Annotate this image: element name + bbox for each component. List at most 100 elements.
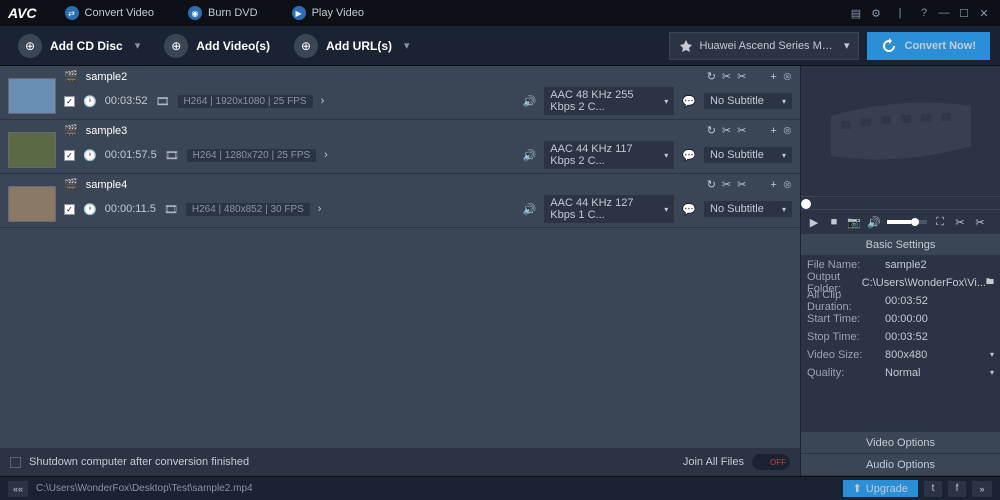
volume-handle[interactable] [911,218,919,226]
setting-value[interactable]: C:\Users\WonderFox\Vi...🖿 [862,276,1000,290]
thumbnail [8,186,56,222]
disc-plus-icon: ⊕ [18,34,42,58]
video-icon: 🎞 [165,149,179,162]
upgrade-button[interactable]: ⬆ Upgrade [843,480,918,497]
cut-icon[interactable]: ✂ [722,70,731,83]
cut-icon[interactable]: ✂ [722,178,731,191]
audio-options-header[interactable]: Audio Options [801,454,1000,476]
thumbnail [8,132,56,168]
crop-button[interactable]: ✂ [973,215,987,229]
chevron-down-icon: ▾ [664,205,668,214]
play-button[interactable]: ▶ [807,215,821,229]
chevron-down-icon[interactable]: ▾ [990,368,994,377]
chevron-down-icon: ▾ [844,39,850,52]
collapse-button[interactable]: «« [8,481,28,497]
refresh-icon[interactable]: ↻ [707,124,716,137]
audio-track-select[interactable]: AAC 48 KHz 255 Kbps 2 C... ▾ [544,87,674,115]
add-icon[interactable]: + [770,71,776,83]
remove-icon[interactable]: ⊗ [783,178,792,191]
convert-now-button[interactable]: Convert Now! [867,32,991,60]
refresh-icon[interactable]: ↻ [707,178,716,191]
tab-burn-dvd[interactable]: ◉ Burn DVD [174,2,272,24]
setting-value: 00:00:00 [885,313,1000,325]
add-videos-button[interactable]: ⊕ Add Video(s) [156,30,278,62]
subtitle-select[interactable]: No Subtitle ▾ [704,93,792,109]
facebook-icon[interactable]: f [948,481,966,497]
settings-icon[interactable]: ⚙ [868,5,884,21]
shutdown-checkbox[interactable] [10,457,21,468]
minimize-icon[interactable]: — [936,5,952,21]
remove-icon[interactable]: ⊗ [783,124,792,137]
subtitle-value: No Subtitle [710,149,764,161]
setting-value[interactable]: Normal▾ [885,367,1000,379]
seek-handle[interactable] [801,199,811,209]
remove-icon[interactable]: ⊗ [783,70,792,83]
volume-slider[interactable] [887,220,927,224]
chevron-down-icon: ▾ [135,39,141,52]
file-checkbox[interactable]: ✓ [64,96,75,107]
folder-icon[interactable]: 🖿 [986,276,994,290]
tab-play-video[interactable]: ▶ Play Video [278,2,378,24]
audio-track-select[interactable]: AAC 44 KHz 127 Kbps 1 C... ▾ [544,195,674,223]
effects-icon[interactable]: ✂ [737,70,746,83]
setting-value[interactable]: 800x480▾ [885,349,1000,361]
expand-button[interactable]: » [972,481,992,497]
add-cd-disc-button[interactable]: ⊕ Add CD Disc ▾ [10,30,148,62]
audio-value: AAC 44 KHz 127 Kbps 1 C... [550,197,660,221]
refresh-icon[interactable]: ↻ [707,70,716,83]
clock-icon: 🕐 [83,95,97,108]
join-files-toggle[interactable]: OFF [752,454,790,470]
subtitle-icon: 💬 [682,95,696,108]
file-row[interactable]: 🎬 sample2 ↻ ✂ ✂ + ⊗ ✓ 🕐 00:03:52 🎞 [0,66,800,120]
setting-value: 00:03:52 [885,295,1000,307]
snapshot-button[interactable]: 📷 [847,215,861,229]
video-codec: H264 | 1280x720 | 25 FPS [187,149,317,162]
mute-button[interactable]: 🔊 [867,215,881,229]
chevron-right-icon[interactable]: › [324,149,328,161]
basic-settings-header[interactable]: Basic Settings [801,234,1000,256]
video-options-header[interactable]: Video Options [801,432,1000,454]
setting-key: All Clip Duration: [801,289,885,313]
setting-row: Video Size: 800x480▾ [801,346,1000,364]
subtitle-select[interactable]: No Subtitle ▾ [704,201,792,217]
add-icon[interactable]: + [770,125,776,137]
file-name: sample3 [86,125,128,137]
file-row[interactable]: 🎬 sample3 ↻ ✂ ✂ + ⊗ ✓ 🕐 00:01:57.5 [0,120,800,174]
fullscreen-button[interactable]: ⛶ [933,215,947,229]
subtitle-select[interactable]: No Subtitle ▾ [704,147,792,163]
chevron-right-icon[interactable]: › [318,203,322,215]
stop-button[interactable]: ■ [827,215,841,229]
video-plus-icon: ⊕ [164,34,188,58]
thumbnail [8,78,56,114]
effects-icon[interactable]: ✂ [737,124,746,137]
chevron-down-icon: ▾ [664,151,668,160]
help-icon[interactable]: ? [916,5,932,21]
effects-icon[interactable]: ✂ [737,178,746,191]
cut-icon[interactable]: ✂ [722,124,731,137]
file-row[interactable]: 🎬 sample4 ↻ ✂ ✂ + ⊗ ✓ 🕐 00:00:11.5 [0,174,800,228]
file-checkbox[interactable]: ✓ [64,204,75,215]
chevron-down-icon[interactable]: ▾ [990,350,994,359]
file-list: 🎬 sample2 ↻ ✂ ✂ + ⊗ ✓ 🕐 00:03:52 🎞 [0,66,800,476]
add-icon[interactable]: + [770,179,776,191]
twitter-icon[interactable]: t [924,481,942,497]
setting-value: 00:03:52 [885,331,1000,343]
chevron-down-icon: ▾ [404,39,410,52]
file-checkbox[interactable]: ✓ [64,150,75,161]
list-footer: Shutdown computer after conversion finis… [0,448,800,476]
close-icon[interactable]: ✕ [976,5,992,21]
audio-value: AAC 48 KHz 255 Kbps 2 C... [550,89,660,113]
film-icon: 🎬 [64,178,78,191]
maximize-icon[interactable]: ☐ [956,5,972,21]
tab-label: Burn DVD [208,7,258,19]
cut-button[interactable]: ✂ [953,215,967,229]
audio-track-select[interactable]: AAC 44 KHz 117 Kbps 2 C... ▾ [544,141,674,169]
file-name: sample4 [86,179,128,191]
seek-bar[interactable] [801,196,1000,210]
chevron-right-icon[interactable]: › [321,95,325,107]
player-controls: ▶ ■ 📷 🔊 ⛶ ✂ ✂ [801,210,1000,234]
menu-icon[interactable]: ▤ [848,5,864,21]
add-urls-button[interactable]: ⊕ Add URL(s) ▾ [286,30,418,62]
tab-convert-video[interactable]: ⇄ Convert Video [51,2,169,24]
output-profile-select[interactable]: Huawei Ascend Series MPEG-4 Movie... ▾ [669,32,859,60]
